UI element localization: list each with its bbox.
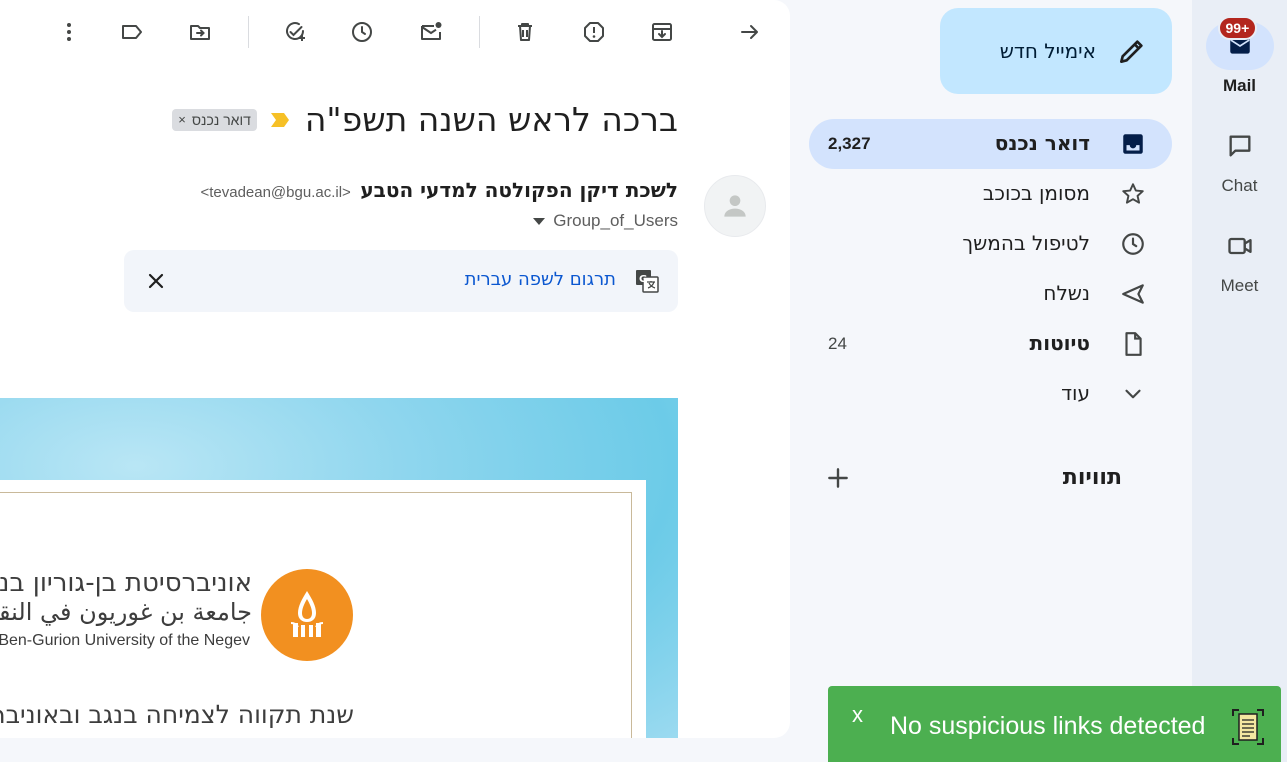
app-rail: 99+ Mail Chat Meet (1192, 0, 1287, 762)
toolbar-divider (479, 16, 480, 48)
message-pane: ברכה לראש השנה תשפ"ה דואר נכנס × לשכת די… (0, 0, 790, 738)
archive-icon[interactable] (644, 14, 680, 50)
chat-pill (1206, 122, 1274, 170)
star-icon (1122, 183, 1144, 204)
label-icon[interactable] (114, 14, 150, 50)
message-subject: ברכה לראש השנה תשפ"ה (304, 100, 678, 139)
greeting-card-image: אוניברסיטת בן-גוריון בנגב جامعة بن غوريو… (0, 398, 678, 738)
meet-pill (1206, 222, 1274, 270)
video-camera-icon (1227, 237, 1252, 255)
label-chip: דואר נכנס × (172, 108, 257, 131)
person-icon (724, 195, 746, 217)
toast-message: No suspicious links detected (890, 712, 1206, 740)
svg-text:G: G (639, 274, 647, 285)
recipient: Group_of_Users (553, 211, 678, 230)
sidebar-item-label: דואר נכנס (994, 131, 1090, 155)
translate-link[interactable]: תרגום לשפה עברית (465, 269, 616, 290)
rail-item-meet[interactable]: Meet (1192, 222, 1287, 296)
expand-more-icon (1125, 389, 1141, 399)
rail-label: Mail (1222, 76, 1257, 95)
compose-label: אימייל חדש (999, 39, 1096, 63)
sidebar-item-label: נשלח (1043, 281, 1090, 305)
link-scan-toast: x No suspicious links detected (828, 686, 1281, 762)
university-name-arabic: جامعة بن غوريون في النقب (0, 598, 252, 626)
message-toolbar (0, 0, 790, 64)
rail-item-chat[interactable]: Chat (1192, 122, 1287, 196)
close-icon[interactable] (144, 269, 168, 293)
drafts-count: 24 (828, 334, 847, 353)
chat-icon (1229, 135, 1250, 157)
mail-badge: 99+ (1217, 16, 1258, 40)
chevron-down-icon[interactable] (533, 217, 546, 225)
labels-title: תוויות (1062, 465, 1122, 490)
delete-icon[interactable] (507, 14, 543, 50)
rail-label: Meet (1220, 276, 1259, 295)
university-name-hebrew: אוניברסיטת בן-גוריון בנגב (0, 568, 252, 598)
sidebar-item-label: טיוטות (1029, 331, 1090, 355)
back-arrow-icon[interactable] (732, 14, 768, 50)
send-icon (1122, 284, 1144, 304)
rail-item-mail[interactable]: 99+ Mail (1192, 16, 1287, 96)
sidebar-item-sent[interactable]: נשלח (809, 269, 1172, 319)
rail-label: Chat (1221, 176, 1258, 195)
sidebar-item-label: מסומן בכוכב (982, 181, 1090, 205)
recipient-line[interactable]: Group_of_Users (533, 211, 678, 231)
move-to-icon[interactable] (182, 14, 218, 50)
clock-icon (1122, 233, 1144, 255)
mark-unread-icon[interactable] (413, 14, 449, 50)
sidebar-item-snoozed[interactable]: לטיפול בהמשך (809, 219, 1172, 269)
label-chip-remove[interactable]: × (178, 112, 186, 127)
snooze-icon[interactable] (344, 14, 380, 50)
bgu-logo (261, 569, 353, 661)
unread-count: 2,327 (828, 134, 871, 153)
sender-name[interactable]: לשכת דיקן הפקולטה למדעי הטבע (360, 178, 678, 202)
label-chip-text: דואר נכנס (191, 111, 251, 128)
report-spam-icon[interactable] (576, 14, 612, 50)
sidebar-item-label: עוד (1061, 381, 1090, 405)
draft-icon (1125, 332, 1142, 356)
important-marker-icon[interactable] (269, 111, 291, 129)
document-scan-icon (1232, 709, 1264, 745)
google-translate-icon: G (636, 270, 659, 293)
pencil-icon (1120, 40, 1143, 63)
mail-pill: 99+ (1205, 16, 1274, 70)
sidebar-item-more[interactable]: עוד (809, 369, 1172, 419)
sidebar-item-label: לטיפול בהמשך (962, 231, 1090, 255)
toolbar-divider (248, 16, 249, 48)
compose-button[interactable]: אימייל חדש (940, 8, 1172, 94)
sidebar-item-drafts[interactable]: טיוטות 24 (809, 319, 1172, 369)
labels-section-header: תוויות (809, 455, 1172, 503)
add-label-icon[interactable] (825, 465, 851, 491)
subject-row: ברכה לראש השנה תשפ"ה דואר נכנס × (172, 100, 678, 139)
sender-line: לשכת דיקן הפקולטה למדעי הטבע <tevadean@b… (200, 178, 678, 203)
sender-email: <tevadean@bgu.ac.il> (200, 184, 351, 201)
toast-close-button[interactable]: x (852, 702, 863, 728)
inbox-icon (1123, 134, 1143, 154)
greeting-slogan: שנת תקווה לצמיחה בנגב ובאוניברסיטה (0, 700, 354, 729)
sidebar-item-inbox[interactable]: דואר נכנס 2,327 (809, 119, 1172, 169)
sidebar-item-starred[interactable]: מסומן בכוכב (809, 169, 1172, 219)
avatar (704, 175, 766, 237)
university-name-english: Ben-Gurion University of the Negev (0, 632, 250, 649)
add-task-icon[interactable] (277, 14, 313, 50)
translate-bar: תרגום לשפה עברית G (124, 250, 678, 312)
more-vert-icon[interactable] (51, 14, 87, 50)
